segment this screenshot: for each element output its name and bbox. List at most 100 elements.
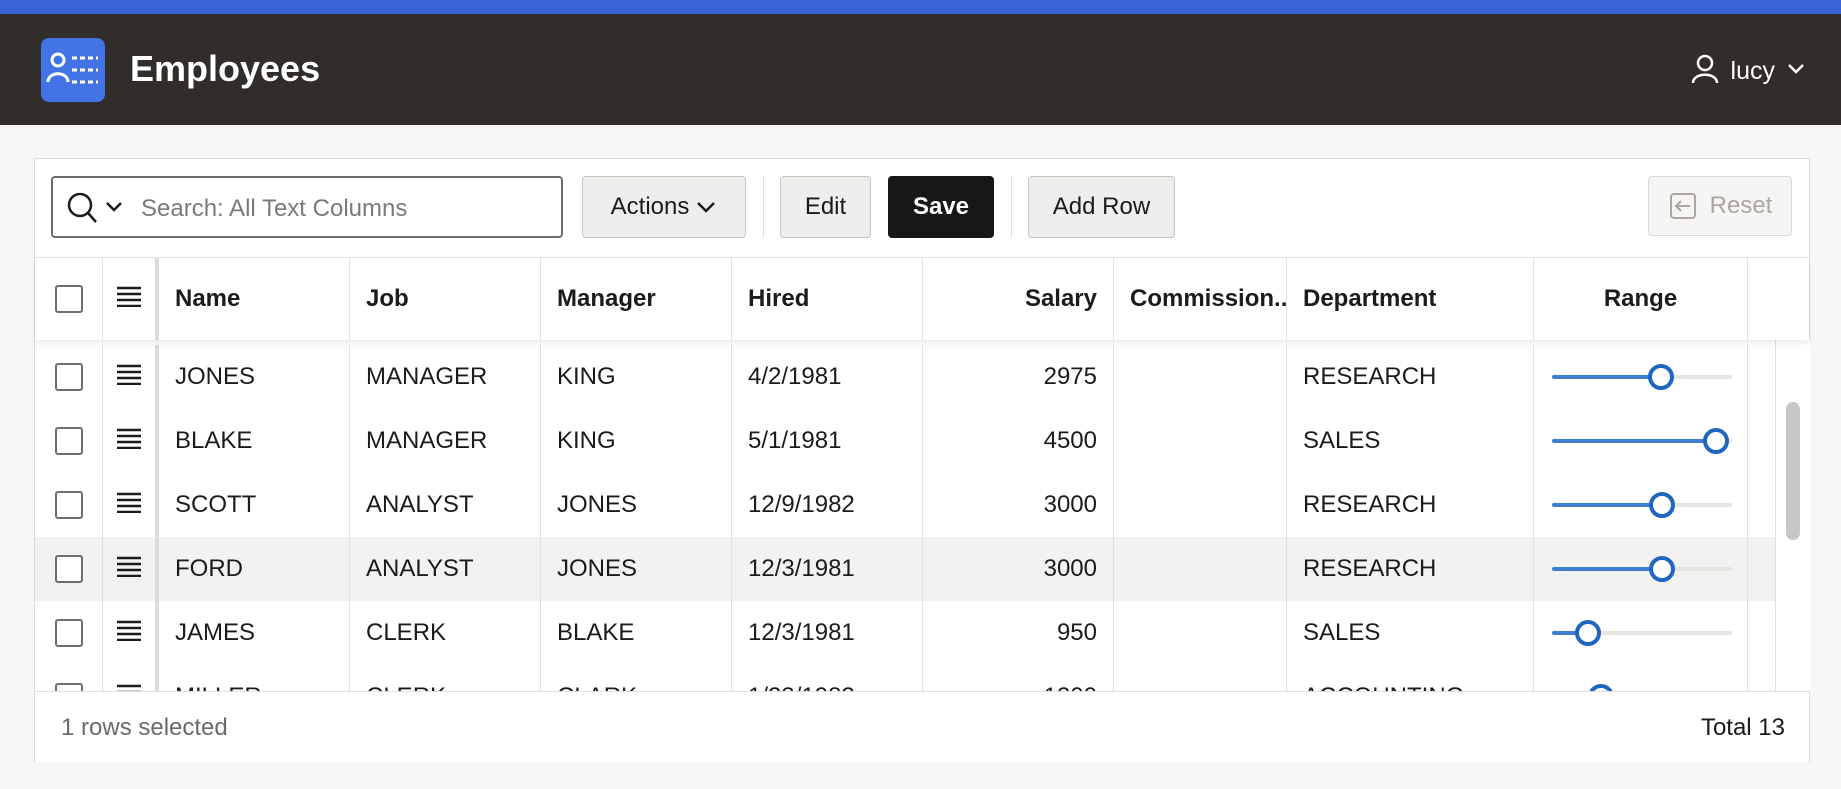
row-actions-menu[interactable] xyxy=(103,601,159,665)
range-slider-thumb[interactable] xyxy=(1587,684,1614,691)
search-placeholder: Search: All Text Columns xyxy=(141,195,408,222)
cell-hired[interactable]: 4/2/1981 xyxy=(732,345,923,409)
cell-commission[interactable] xyxy=(1114,601,1287,665)
cell-department[interactable]: RESEARCH xyxy=(1287,345,1534,409)
cell-commission[interactable] xyxy=(1114,409,1287,473)
table-row[interactable]: FORD ANALYST JONES 12/3/1981 3000 RESEARCH xyxy=(35,537,1775,602)
cell-department[interactable]: SALES xyxy=(1287,601,1534,665)
row-select-cell xyxy=(35,409,103,473)
search-icon[interactable] xyxy=(65,191,129,230)
row-checkbox[interactable] xyxy=(54,619,83,647)
cell-range xyxy=(1534,601,1748,665)
cell-job[interactable]: ANALYST xyxy=(350,473,541,537)
cell-name[interactable]: SCOTT xyxy=(159,473,350,537)
row-actions-menu[interactable] xyxy=(103,473,159,537)
cell-manager[interactable]: BLAKE xyxy=(541,601,732,665)
range-slider[interactable] xyxy=(1552,556,1732,582)
column-header-department[interactable]: Department xyxy=(1287,258,1534,340)
cell-job[interactable]: MANAGER xyxy=(350,409,541,473)
row-actions-menu[interactable] xyxy=(103,345,159,409)
range-slider-thumb[interactable] xyxy=(1649,492,1675,518)
cell-department[interactable]: SALES xyxy=(1287,409,1534,473)
column-header-range[interactable]: Range xyxy=(1534,258,1748,340)
column-header-hired[interactable]: Hired xyxy=(732,258,923,340)
cell-job[interactable]: CLERK xyxy=(350,601,541,665)
row-actions-menu[interactable] xyxy=(103,409,159,473)
range-slider[interactable] xyxy=(1552,620,1732,646)
range-slider-thumb[interactable] xyxy=(1575,620,1602,646)
cell-job[interactable]: CLERK xyxy=(350,665,541,691)
total-count: Total 13 xyxy=(1700,714,1785,741)
cell-hired[interactable]: 12/9/1982 xyxy=(732,473,923,537)
cell-job[interactable]: ANALYST xyxy=(350,537,541,601)
cell-commission[interactable] xyxy=(1114,473,1287,537)
cell-manager[interactable]: JONES xyxy=(541,537,732,601)
row-checkbox[interactable] xyxy=(54,363,83,391)
cell-salary[interactable]: 950 xyxy=(923,601,1114,665)
cell-manager[interactable]: KING xyxy=(541,345,732,409)
row-actions-menu[interactable] xyxy=(103,537,159,601)
table-row[interactable]: MILLERCLERKCLARK1/23/19821300 ACCOUNTING xyxy=(35,665,1775,691)
table-row[interactable]: BLAKE MANAGER KING 5/1/1981 4500 SALES xyxy=(35,409,1775,474)
row-actions-menu[interactable] xyxy=(103,665,159,691)
row-checkbox[interactable] xyxy=(54,683,83,691)
cell-salary[interactable]: 3000 xyxy=(923,473,1114,537)
cell-salary[interactable]: 2975 xyxy=(923,345,1114,409)
cell-range xyxy=(1534,537,1748,601)
column-header-name[interactable]: Name xyxy=(159,258,350,340)
cell-name[interactable]: MILLER xyxy=(159,665,350,691)
actions-menu-button[interactable]: Actions xyxy=(582,176,746,238)
cell-commission[interactable] xyxy=(1114,537,1287,601)
cell-name[interactable]: BLAKE xyxy=(159,409,350,473)
column-header-commission[interactable]: Commission.. xyxy=(1114,258,1287,340)
table-row[interactable]: JONES MANAGER KING 4/2/1981 2975 RESEARCH xyxy=(35,345,1775,410)
cell-hired[interactable]: 12/3/1981 xyxy=(732,537,923,601)
range-slider-thumb[interactable] xyxy=(1649,556,1675,582)
save-button[interactable]: Save xyxy=(888,176,994,238)
range-slider[interactable] xyxy=(1552,428,1732,454)
search-input[interactable]: Search: All Text Columns xyxy=(51,176,563,238)
cell-salary[interactable]: 4500 xyxy=(923,409,1114,473)
column-header-manager[interactable]: Manager xyxy=(541,258,732,340)
cell-department[interactable]: ACCOUNTING xyxy=(1287,665,1534,691)
cell-job[interactable]: MANAGER xyxy=(350,345,541,409)
table-row[interactable]: JAMES CLERK BLAKE 12/3/1981 950 SALES xyxy=(35,601,1775,666)
cell-hired[interactable]: 1/23/1982 xyxy=(732,665,923,691)
row-select-cell xyxy=(35,537,103,601)
select-all-checkbox[interactable] xyxy=(54,285,83,313)
column-header-salary[interactable]: Salary xyxy=(923,258,1114,340)
cell-salary[interactable]: 1300 xyxy=(923,665,1114,691)
row-checkbox[interactable] xyxy=(54,427,83,455)
row-checkbox[interactable] xyxy=(54,491,83,519)
row-select-cell xyxy=(35,665,103,691)
table-row[interactable]: SCOTT ANALYST JONES 12/9/1982 3000 RESEARCH xyxy=(35,473,1775,538)
cell-name[interactable]: JONES xyxy=(159,345,350,409)
cell-manager[interactable]: KING xyxy=(541,409,732,473)
cell-commission[interactable] xyxy=(1114,345,1287,409)
cell-name[interactable]: JAMES xyxy=(159,601,350,665)
range-slider[interactable] xyxy=(1552,492,1732,518)
cell-name[interactable]: FORD xyxy=(159,537,350,601)
row-actions-icon xyxy=(116,555,142,584)
employee-list-icon[interactable] xyxy=(41,38,105,102)
cell-hired[interactable]: 5/1/1981 xyxy=(732,409,923,473)
cell-manager[interactable]: JONES xyxy=(541,473,732,537)
cell-range xyxy=(1534,473,1748,537)
edit-button[interactable]: Edit xyxy=(780,176,871,238)
cell-commission[interactable] xyxy=(1114,665,1287,691)
cell-manager[interactable]: CLARK xyxy=(541,665,732,691)
range-slider-thumb[interactable] xyxy=(1648,364,1675,390)
cell-hired[interactable]: 12/3/1981 xyxy=(732,601,923,665)
reset-button[interactable]: Reset xyxy=(1648,176,1792,236)
range-slider-thumb[interactable] xyxy=(1703,428,1729,454)
cell-salary[interactable]: 3000 xyxy=(923,537,1114,601)
add-row-button[interactable]: Add Row xyxy=(1028,176,1175,238)
selection-status: 1 rows selected xyxy=(61,714,228,741)
user-menu[interactable]: lucy xyxy=(1691,54,1805,88)
range-slider[interactable] xyxy=(1552,364,1732,390)
row-actions-icon xyxy=(116,683,142,691)
cell-department[interactable]: RESEARCH xyxy=(1287,537,1534,601)
cell-department[interactable]: RESEARCH xyxy=(1287,473,1534,537)
row-checkbox[interactable] xyxy=(54,555,83,583)
column-header-job[interactable]: Job xyxy=(350,258,541,340)
